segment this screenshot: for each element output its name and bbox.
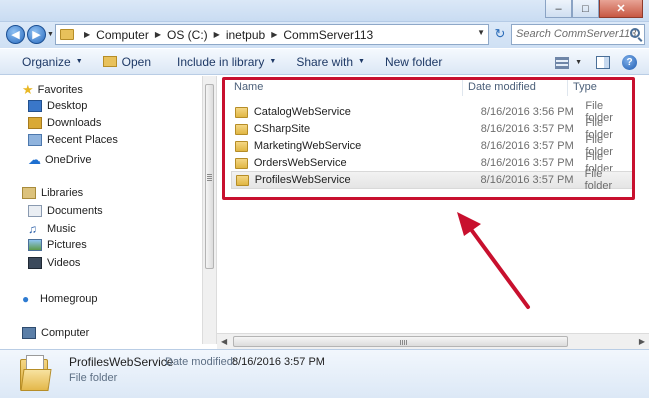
details-pane: ProfilesWebService Date modified: 8/16/2…	[0, 349, 649, 398]
details-name: ProfilesWebService	[69, 355, 174, 369]
scroll-left-icon[interactable]: ◀	[221, 337, 227, 346]
details-date-value: 8/16/2016 3:57 PM	[232, 356, 325, 368]
scroll-right-icon[interactable]: ▶	[639, 337, 645, 346]
scrollbar-thumb[interactable]	[233, 336, 568, 347]
folder-icon	[20, 355, 52, 391]
horizontal-scrollbar[interactable]: ◀ ▶	[217, 333, 649, 349]
grip-icon	[400, 340, 407, 345]
details-date-label: Date modified:	[165, 356, 236, 368]
details-type: File folder	[69, 372, 118, 384]
